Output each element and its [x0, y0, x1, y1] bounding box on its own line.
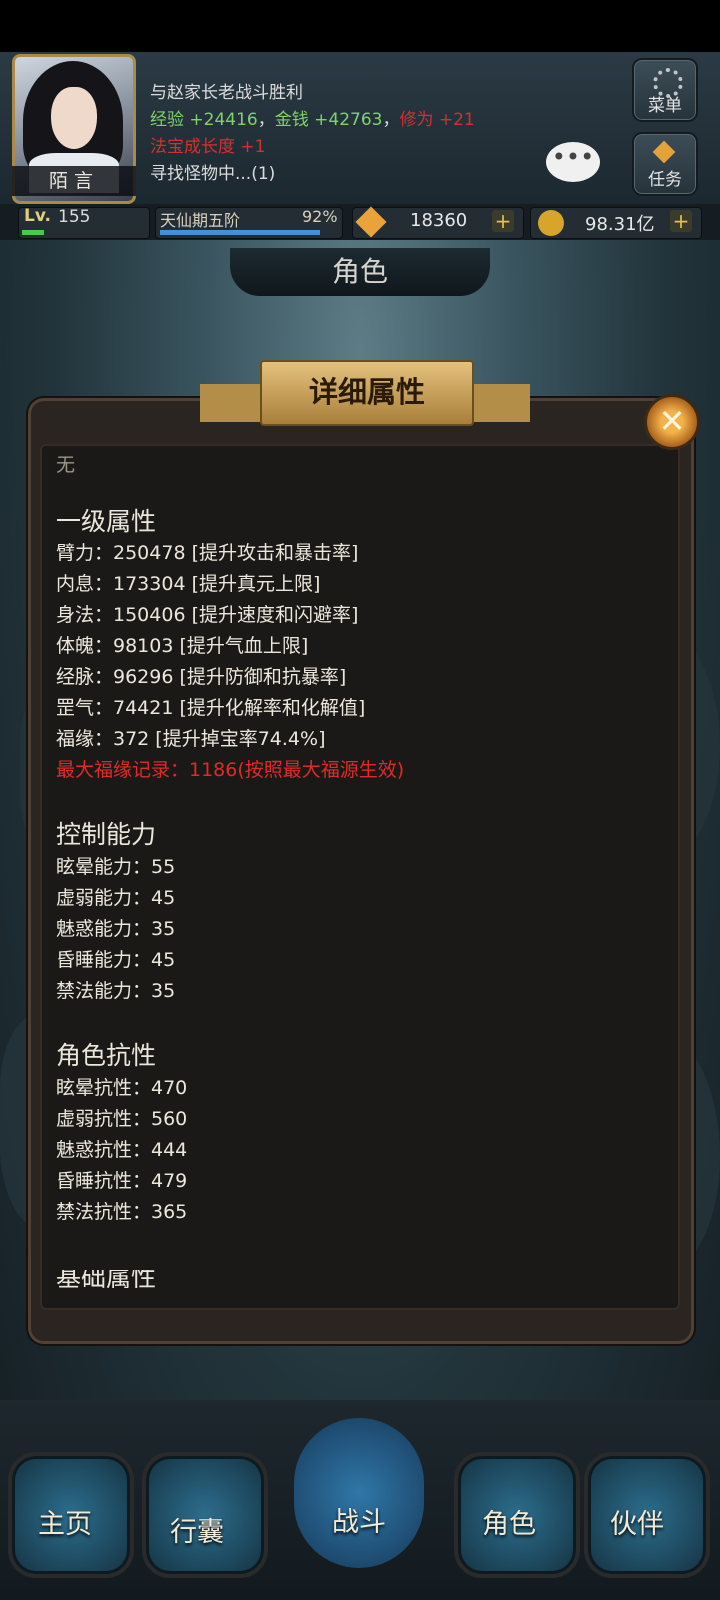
attribute-row: 内息：173304 [提升真元上限] [56, 573, 321, 595]
section-title-primary: 一级属性 [56, 507, 157, 536]
money-label: 金钱 [274, 110, 309, 130]
page-title: 角色 [230, 248, 490, 296]
attribute-row: 体魄：98103 [提升气血上限] [56, 635, 309, 657]
section-title-control: 控制能力 [56, 820, 157, 849]
task-diamond-icon [652, 140, 676, 164]
exp-label: 经验 [150, 110, 184, 130]
control-row: 眩晕能力：55 [56, 856, 176, 878]
exp-gain: +24416 [189, 110, 258, 130]
cultivation-label: 修为 [399, 110, 434, 130]
nav-partner-label: 伙伴 [610, 1509, 664, 1540]
separator: ， [382, 110, 400, 130]
nav-battle-button[interactable] [294, 1418, 424, 1568]
level-progress-bar [22, 230, 44, 235]
player-name: 陌言 [12, 166, 136, 196]
control-row: 虚弱能力：45 [56, 887, 176, 909]
reward-log-line: 经验 +24416，金钱 +42763，修为 +21 [150, 107, 475, 134]
treasure-label: 法宝成长度 [150, 137, 235, 157]
level-value: 155 [58, 207, 91, 227]
gold-coin-icon [538, 210, 564, 236]
control-row: 魅惑能力：35 [56, 918, 176, 940]
attribute-row: 福缘：372 [提升掉宝率74.4%] [56, 728, 326, 750]
menu-label: 菜单 [648, 96, 682, 116]
treasure-gain: +1 [240, 137, 266, 157]
realm-percent: 92% [302, 207, 338, 226]
task-label: 任务 [648, 170, 682, 190]
gold-count: 98.31亿 [585, 214, 655, 235]
attribute-row: 罡气：74421 [提升化解率和化解值] [56, 697, 366, 719]
realm-progress-bar [160, 230, 320, 235]
nav-role-label: 角色 [482, 1509, 536, 1540]
close-button[interactable]: ✕ [644, 394, 700, 450]
attribute-row: 身法：150406 [提升速度和闪避率] [56, 604, 359, 626]
max-luck-record: 最大福缘记录：1186(按照最大福源生效) [56, 759, 405, 781]
nav-bag-label: 行囊 [170, 1517, 224, 1548]
attribute-row: 臂力：250478 [提升攻击和暴击率] [56, 542, 359, 564]
search-status: 寻找怪物中...(1) [150, 164, 276, 184]
resistance-row: 虚弱抗性：560 [56, 1108, 188, 1130]
separator: ， [257, 110, 275, 130]
resistance-row: 禁法抗性：365 [56, 1201, 188, 1223]
menu-button[interactable]: 菜单 [632, 58, 698, 122]
add-gems-button[interactable]: + [492, 210, 514, 232]
money-gain: +42763 [314, 110, 383, 130]
resistance-row: 昏睡抗性：479 [56, 1170, 188, 1192]
section-title-resistance: 角色抗性 [56, 1041, 157, 1070]
control-row: 禁法能力：35 [56, 980, 176, 1002]
section-title-basic: 基础属性 [56, 1270, 157, 1288]
level-label: Lv. [24, 206, 51, 226]
panel-title-ribbon: 详细属性 [200, 360, 530, 426]
none-label: 无 [56, 454, 76, 476]
battle-log-line: 与赵家长老战斗胜利 [150, 83, 303, 103]
chat-bubble-icon[interactable]: ••• [546, 142, 600, 182]
clipped-section-wrap: 基础属性 [42, 1270, 672, 1288]
panel-title: 详细属性 [260, 360, 474, 426]
cultivation-gain: +21 [438, 110, 475, 130]
resistance-row: 魅惑抗性：444 [56, 1139, 188, 1161]
nav-battle-label: 战斗 [332, 1507, 386, 1538]
add-gold-button[interactable]: + [670, 210, 692, 232]
task-button[interactable]: 任务 [632, 132, 698, 196]
resistance-row: 眩晕抗性：470 [56, 1077, 188, 1099]
attribute-row: 经脉：96296 [提升防御和抗暴率] [56, 666, 347, 688]
nav-home-label: 主页 [38, 1509, 92, 1540]
treasure-log-line: 法宝成长度 +1 [150, 134, 265, 161]
realm-name: 天仙期五阶 [160, 211, 241, 230]
gem-count: 18360 [410, 210, 468, 231]
control-row: 昏睡能力：45 [56, 949, 176, 971]
